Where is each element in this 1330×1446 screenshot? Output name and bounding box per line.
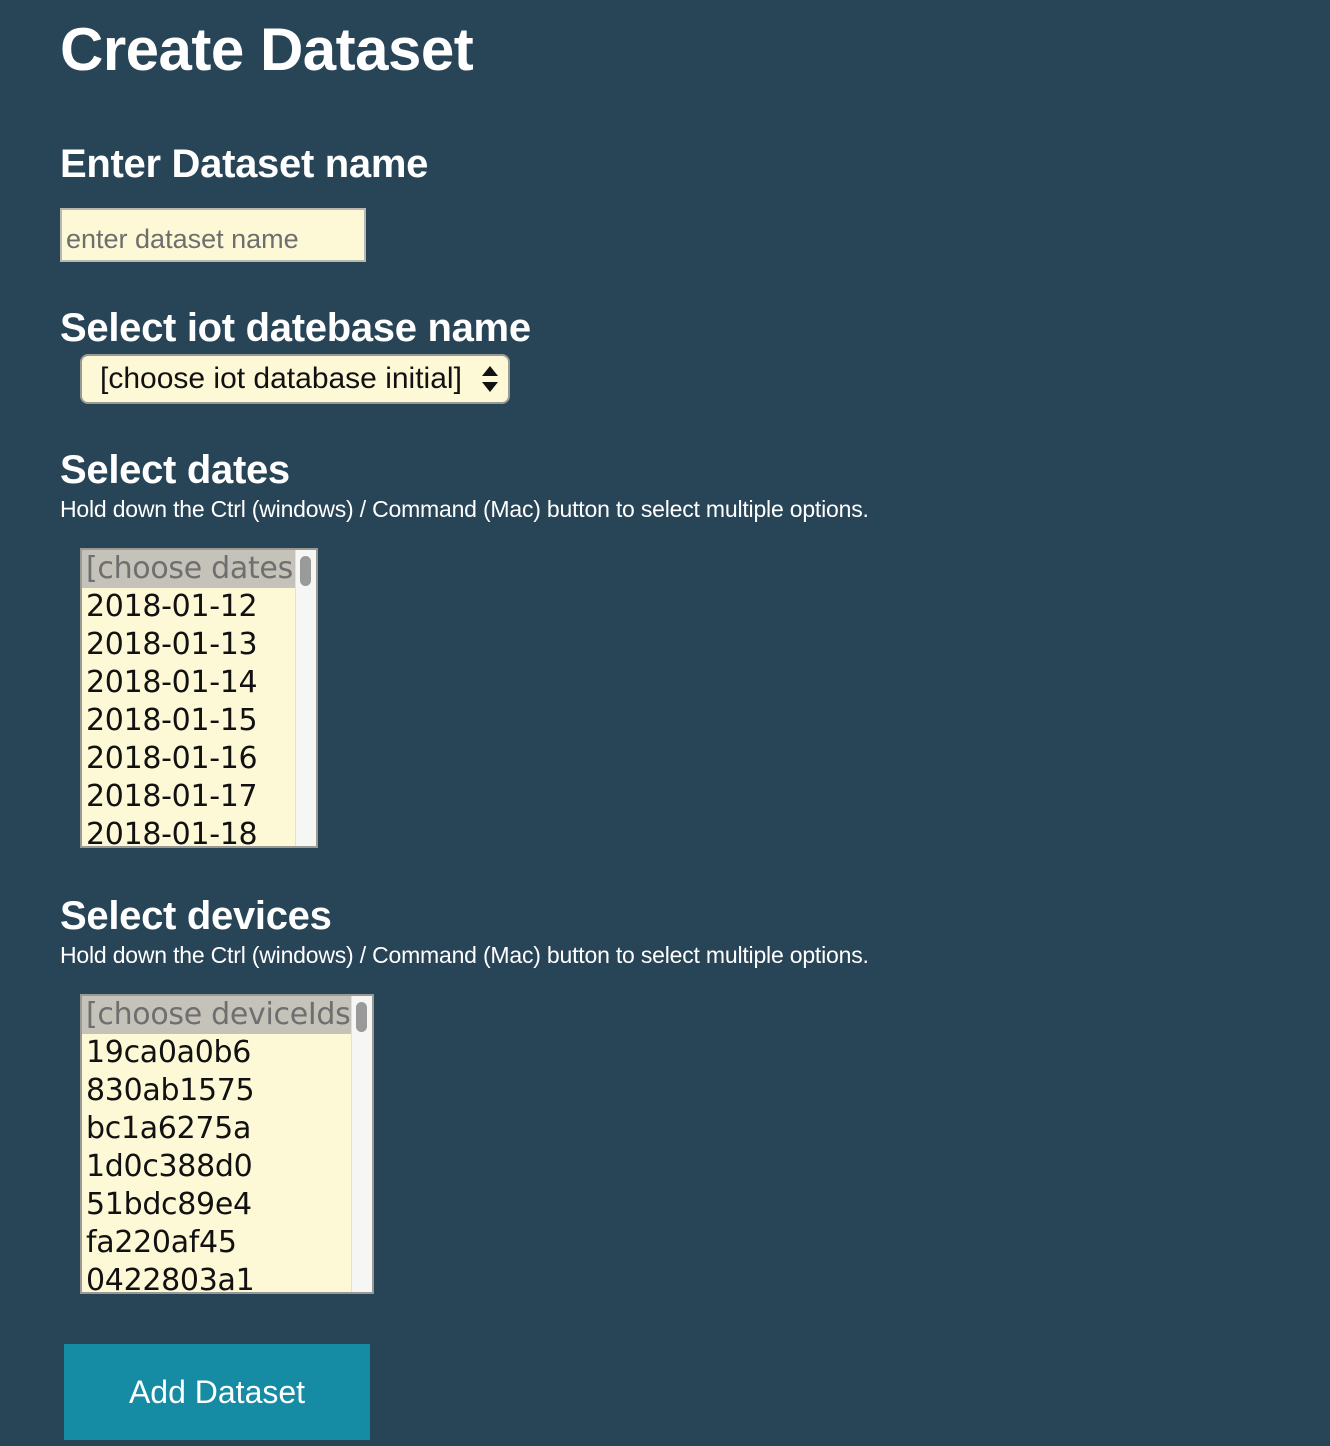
devices-scrollbar[interactable] bbox=[351, 996, 372, 1292]
devices-option-placeholder[interactable]: [choose deviceIds] bbox=[82, 996, 352, 1034]
dates-option-placeholder[interactable]: [choose dates] bbox=[82, 550, 296, 588]
dates-hint: Hold down the Ctrl (windows) / Command (… bbox=[60, 496, 869, 522]
devices-listbox[interactable]: [choose deviceIds] 19ca0a0b6 830ab1575 b… bbox=[80, 994, 374, 1294]
page-title: Create Dataset bbox=[60, 16, 474, 83]
dates-option[interactable]: 2018-01-13 bbox=[82, 626, 296, 664]
add-dataset-button[interactable]: Add Dataset bbox=[64, 1344, 370, 1440]
devices-options: [choose deviceIds] 19ca0a0b6 830ab1575 b… bbox=[82, 996, 352, 1292]
devices-option[interactable]: 1d0c388d0 bbox=[82, 1148, 352, 1186]
devices-option[interactable]: 830ab1575 bbox=[82, 1072, 352, 1110]
dates-option[interactable]: 2018-01-14 bbox=[82, 664, 296, 702]
dates-options: [choose dates] 2018-01-12 2018-01-13 201… bbox=[82, 550, 296, 846]
dates-option[interactable]: 2018-01-17 bbox=[82, 778, 296, 816]
devices-scroll-thumb[interactable] bbox=[356, 1002, 367, 1032]
updown-arrows-icon bbox=[482, 366, 498, 392]
database-select-value: [choose iot database initial] bbox=[100, 362, 462, 395]
devices-option[interactable]: 0422803a1 bbox=[82, 1262, 352, 1292]
dates-listbox[interactable]: [choose dates] 2018-01-12 2018-01-13 201… bbox=[80, 548, 318, 848]
dates-heading: Select dates bbox=[60, 448, 290, 492]
devices-hint: Hold down the Ctrl (windows) / Command (… bbox=[60, 942, 869, 968]
dates-scrollbar[interactable] bbox=[295, 550, 316, 846]
dates-option[interactable]: 2018-01-15 bbox=[82, 702, 296, 740]
devices-option[interactable]: 19ca0a0b6 bbox=[82, 1034, 352, 1072]
devices-option[interactable]: 51bdc89e4 bbox=[82, 1186, 352, 1224]
devices-option[interactable]: fa220af45 bbox=[82, 1224, 352, 1262]
dates-option[interactable]: 2018-01-12 bbox=[82, 588, 296, 626]
dates-option[interactable]: 2018-01-18 bbox=[82, 816, 296, 846]
dataset-name-heading: Enter Dataset name bbox=[60, 142, 429, 186]
database-heading: Select iot datebase name bbox=[60, 306, 531, 350]
dates-option[interactable]: 2018-01-16 bbox=[82, 740, 296, 778]
dataset-name-input[interactable] bbox=[60, 208, 366, 262]
dates-scroll-thumb[interactable] bbox=[300, 556, 311, 586]
devices-heading: Select devices bbox=[60, 894, 332, 938]
database-select[interactable]: [choose iot database initial] bbox=[80, 354, 510, 404]
devices-option[interactable]: bc1a6275a bbox=[82, 1110, 352, 1148]
